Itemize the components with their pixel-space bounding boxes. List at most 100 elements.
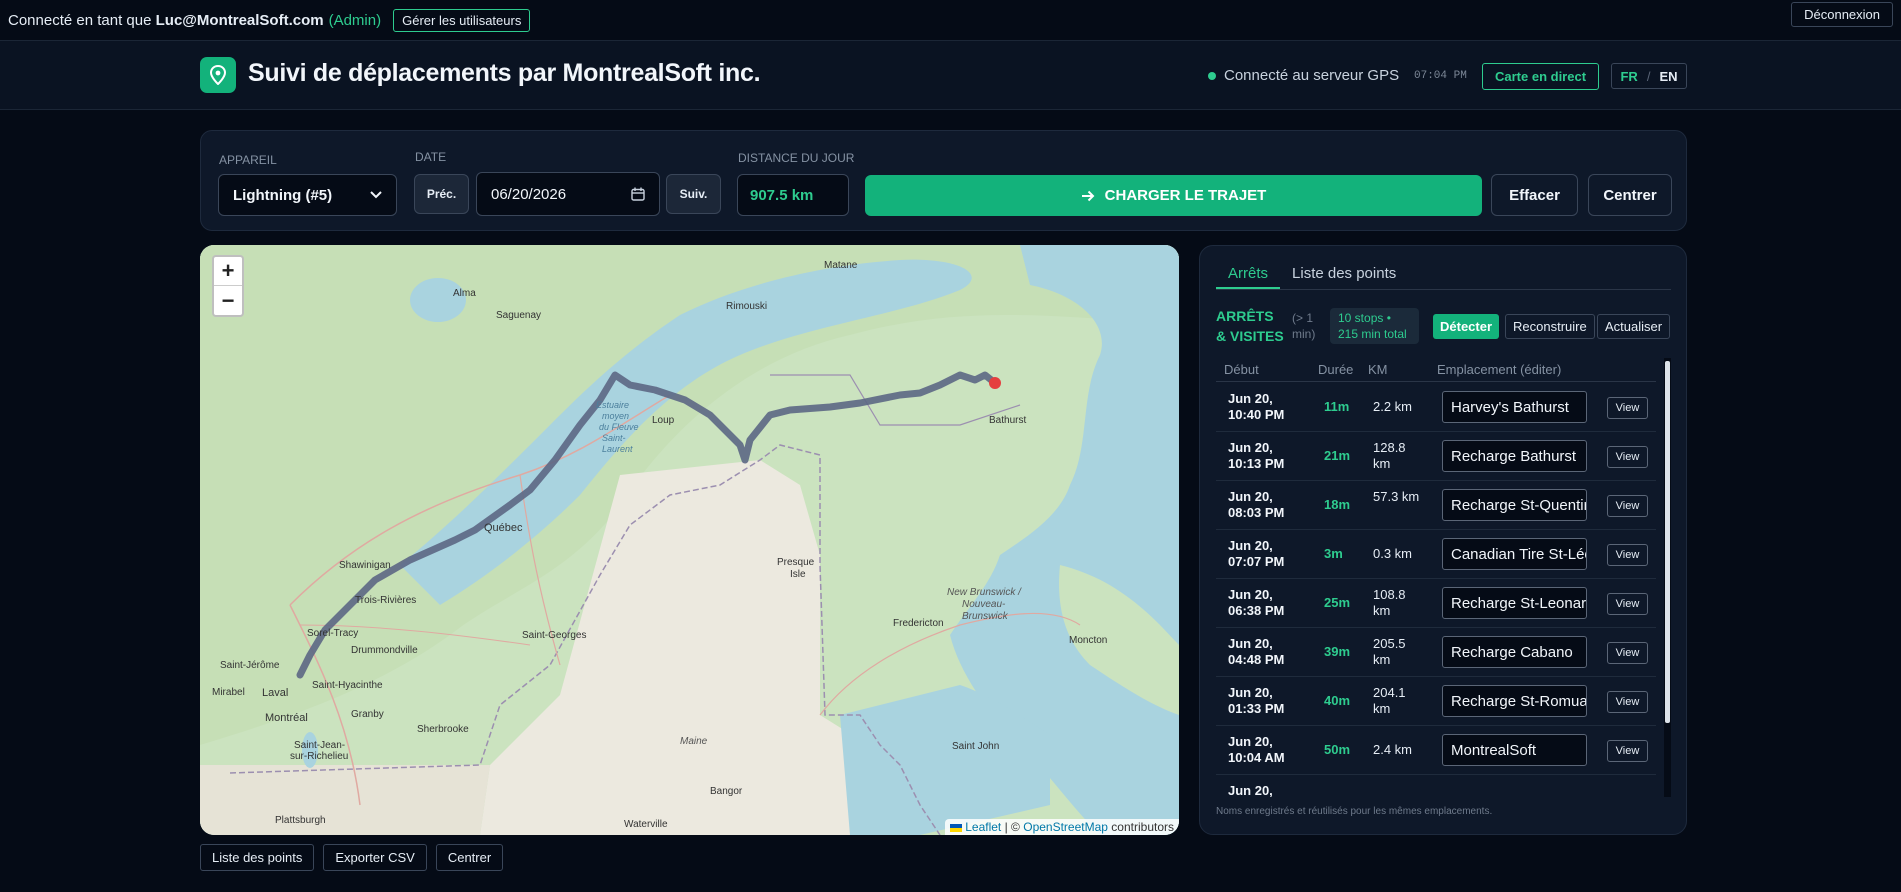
map-label: Estuaire xyxy=(596,400,630,410)
stops-table-body: Jun 20, 10:40 PM 11m 2.2 km Harvey's Bathur… xyxy=(1216,383,1656,797)
next-day-button[interactable]: Suiv. xyxy=(666,174,721,214)
lang-fr[interactable]: FR xyxy=(1620,69,1637,84)
refresh-button[interactable]: Actualiser xyxy=(1597,314,1671,339)
map-label: Saint-Jean- xyxy=(294,740,346,751)
table-row: Jun 20, 06:38 PM 25m 108.8 km Recharge St-L… xyxy=(1216,579,1656,628)
gps-status-text: Connecté au serveur GPS xyxy=(1224,67,1400,84)
stop-duration: 39m xyxy=(1324,644,1351,659)
points-list-button[interactable]: Liste des points xyxy=(200,844,315,871)
stop-duration: 25m xyxy=(1324,595,1351,610)
stops-table-header: Début Durée KM Emplacement (éditer) xyxy=(1216,358,1656,382)
stop-location-input[interactable]: Recharge St-Leonard xyxy=(1442,587,1587,619)
view-stop-button[interactable]: View xyxy=(1607,642,1648,664)
stop-start: Jun 20, 04:48 PM xyxy=(1228,636,1285,667)
zoom-out-button[interactable]: − xyxy=(214,286,242,315)
col-start: Début xyxy=(1224,362,1259,377)
gps-time: 07:04 PM xyxy=(1414,70,1467,82)
map[interactable]: Matane Alma Saguenay Rimouski Estuaire m… xyxy=(200,245,1179,835)
controls-card: APPAREIL Lightning (#5) DATE Préc. 06/20… xyxy=(200,130,1687,231)
stop-km: 108.8 km xyxy=(1373,587,1406,618)
view-stop-button[interactable]: View xyxy=(1607,593,1648,615)
stop-duration: 18m xyxy=(1324,497,1351,512)
stop-location-input[interactable]: MontrealSoft xyxy=(1442,734,1587,766)
map-label: Drummondville xyxy=(351,645,418,656)
view-stop-button[interactable]: View xyxy=(1607,495,1648,517)
tab-stops[interactable]: Arrêts xyxy=(1216,260,1281,289)
map-attribution: Leaflet | © OpenStreetMap contributors xyxy=(945,819,1179,835)
load-route-label: CHARGER LE TRAJET xyxy=(1104,187,1267,204)
ukraine-flag-icon xyxy=(950,823,963,832)
view-stop-button[interactable]: View xyxy=(1607,397,1648,419)
attribution-separator: | © xyxy=(1004,820,1020,834)
previous-day-button[interactable]: Préc. xyxy=(414,174,469,214)
stop-location-input[interactable]: Recharge Bathurst xyxy=(1442,440,1587,472)
date-input[interactable]: 06/20/2026 xyxy=(476,172,660,216)
map-label: Nouveau- xyxy=(962,599,1006,610)
map-label: du Fleuve xyxy=(599,422,639,432)
distance-value: 907.5 km xyxy=(737,174,849,216)
attribution-contributors: contributors xyxy=(1111,820,1174,834)
map-label: sur-Richelieu xyxy=(290,751,349,762)
logout-button[interactable]: Déconnexion xyxy=(1791,2,1893,27)
center-button[interactable]: Centrer xyxy=(1588,174,1672,216)
stop-km: 2.4 km xyxy=(1373,742,1413,757)
osm-link[interactable]: OpenStreetMap xyxy=(1023,820,1108,834)
clear-button[interactable]: Effacer xyxy=(1491,174,1578,216)
zoom-in-button[interactable]: + xyxy=(214,257,242,286)
tab-points-list[interactable]: Liste des points xyxy=(1280,260,1408,289)
load-route-button[interactable]: CHARGER LE TRAJET xyxy=(865,175,1482,216)
stop-location-input[interactable]: Canadian Tire St-Léonard xyxy=(1442,538,1587,570)
scrollbar-thumb[interactable] xyxy=(1665,361,1670,723)
language-switch: FR / EN xyxy=(1611,63,1687,89)
map-label: Mirabel xyxy=(212,687,245,698)
connected-as-text: Connecté en tant que Luc@MontrealSoft.co… xyxy=(8,11,324,29)
export-csv-button[interactable]: Exporter CSV xyxy=(323,844,427,871)
stop-start: Jun 20, xyxy=(1228,783,1273,797)
view-stop-button[interactable]: View xyxy=(1607,446,1648,468)
view-stop-button[interactable]: View xyxy=(1607,544,1648,566)
stop-location-input[interactable]: Recharge St-Romuald xyxy=(1442,685,1587,717)
stop-km: 2.2 km xyxy=(1373,399,1413,414)
view-stop-button[interactable]: View xyxy=(1607,740,1648,762)
map-actions: Liste des points Exporter CSV Centrer xyxy=(200,844,504,871)
table-row: Jun 20, 10:04 AM 50m 2.4 km MontrealSoft Vie… xyxy=(1216,726,1656,775)
map-center-button[interactable]: Centrer xyxy=(435,844,504,871)
map-label: Rimouski xyxy=(726,301,768,312)
stop-km: 205.5 km xyxy=(1373,636,1406,667)
map-label: Saint-Hyacinthe xyxy=(312,680,383,691)
map-label: Presque xyxy=(777,557,815,568)
stop-duration: 21m xyxy=(1324,448,1351,463)
live-map-button[interactable]: Carte en direct xyxy=(1482,63,1600,90)
stops-note: Noms enregistrés et réutilisés pour les … xyxy=(1216,806,1493,817)
map-label: Fredericton xyxy=(893,618,944,629)
col-duration: Durée xyxy=(1318,362,1354,377)
map-label: Québec xyxy=(484,522,523,534)
map-label: Sherbrooke xyxy=(417,724,469,735)
stop-location-input[interactable]: Recharge Cabano xyxy=(1442,636,1587,668)
stops-scrollbar[interactable] xyxy=(1664,358,1671,797)
map-labels: Matane Alma Saguenay Rimouski Estuaire m… xyxy=(200,245,1179,835)
user-email: Luc@MontrealSoft.com xyxy=(155,11,324,29)
leaflet-link[interactable]: Leaflet xyxy=(965,820,1001,834)
date-label: DATE xyxy=(415,150,447,164)
stop-start: Jun 20, 10:13 PM xyxy=(1228,440,1285,471)
date-value: 06/20/2026 xyxy=(491,185,567,203)
device-select[interactable]: Lightning (#5) xyxy=(218,174,397,216)
col-location: Emplacement (éditer) xyxy=(1437,362,1562,377)
map-label: Brunswick xyxy=(962,611,1008,622)
map-label: Loup xyxy=(652,415,675,426)
detect-button[interactable]: Détecter xyxy=(1433,314,1500,339)
stop-location-input[interactable]: Harvey's Bathurst xyxy=(1442,391,1587,423)
rebuild-button[interactable]: Reconstruire xyxy=(1505,314,1595,339)
stop-location-input[interactable]: Recharge St-Quentin xyxy=(1442,489,1587,521)
manage-users-button[interactable]: Gérer les utilisateurs xyxy=(393,8,531,32)
stop-duration: 11m xyxy=(1324,399,1350,414)
gps-status: Connecté au serveur GPS xyxy=(1208,67,1399,84)
map-label: Waterville xyxy=(624,819,668,830)
map-label: Isle xyxy=(790,569,806,580)
stop-start: Jun 20, 10:04 AM xyxy=(1228,734,1285,765)
view-stop-button[interactable]: View xyxy=(1607,691,1648,713)
lang-en[interactable]: EN xyxy=(1659,69,1677,84)
stops-title: ARRÊTS & VISITES xyxy=(1216,308,1284,344)
arrow-right-icon xyxy=(1081,190,1095,201)
